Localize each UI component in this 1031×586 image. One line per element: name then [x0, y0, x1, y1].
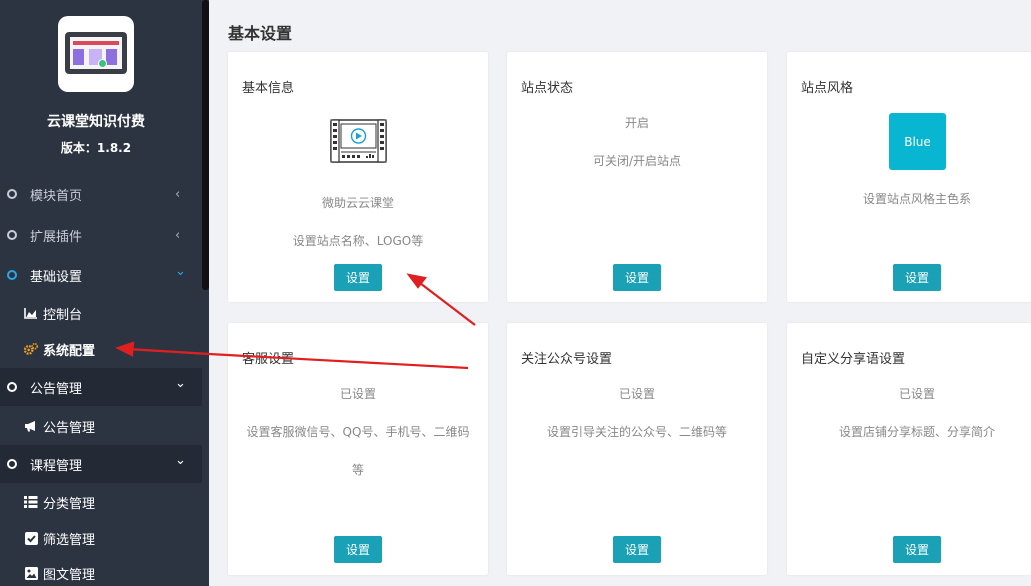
card-line: 设置站点名称、LOGO等: [292, 234, 424, 248]
style-swatch-blue: Blue: [889, 113, 946, 170]
chevron-left-icon: ‹: [175, 227, 181, 243]
card-line: 已设置: [618, 387, 655, 401]
card-follow-official-account: 关注公众号设置 已设置 设置引导关注的公众号、二维码等 设置: [507, 323, 767, 575]
card-title: 关注公众号设置: [521, 352, 613, 367]
circle-icon: [7, 189, 17, 199]
settings-button[interactable]: 设置: [334, 536, 382, 563]
card-line: 微助云云课堂: [321, 196, 394, 210]
sub-item-article-manage[interactable]: 图文管理: [0, 556, 202, 586]
gears-icon: [24, 342, 38, 356]
sidebar-scrollbar[interactable]: [202, 0, 209, 290]
card-title: 自定义分享语设置: [801, 352, 906, 367]
sub-item-announcement-manage[interactable]: 公告管理: [0, 409, 202, 443]
circle-icon: [7, 459, 17, 469]
card-line: 已设置: [339, 387, 376, 401]
card-line: 等: [351, 463, 364, 477]
card-line: 设置引导关注的公众号、二维码等: [546, 425, 727, 439]
card-line: 设置店铺分享标题、分享简介: [838, 425, 995, 439]
list-icon: [24, 495, 38, 509]
card-customer-service: 客服设置 已设置 设置客服微信号、QQ号、手机号、二维码 等 设置: [228, 323, 488, 575]
chevron-down-icon: ⌄: [175, 376, 186, 391]
settings-button[interactable]: 设置: [613, 536, 661, 563]
nav-basic-settings[interactable]: 基础设置 ⌄: [0, 256, 202, 294]
nav-course-manage[interactable]: 课程管理 ⌄: [0, 445, 202, 483]
card-basic-info: 基本信息 微助云云课堂 设置站点名称、LOGO等 设置: [228, 52, 488, 302]
app-logo: [58, 16, 134, 92]
settings-button[interactable]: 设置: [334, 264, 382, 291]
image-icon: [24, 566, 38, 580]
chevron-down-icon: ⌄: [175, 453, 186, 468]
sub-item-category-manage[interactable]: 分类管理: [0, 485, 202, 519]
chevron-left-icon: ‹: [175, 186, 181, 202]
chevron-down-icon: ⌄: [175, 264, 186, 279]
page-title: 基本设置: [228, 24, 293, 43]
card-title: 基本信息: [242, 81, 295, 96]
check-square-icon: [24, 531, 38, 545]
card-title: 客服设置: [242, 352, 295, 367]
app-name: 云课堂知识付费: [47, 114, 145, 130]
card-line: 已设置: [898, 387, 935, 401]
card-custom-share-text: 自定义分享语设置 已设置 设置店铺分享标题、分享简介 设置: [787, 323, 1031, 575]
card-site-status: 站点状态 开启 可关闭/开启站点 设置: [507, 52, 767, 302]
app-version: 版本：1.8.2: [60, 141, 132, 155]
sub-item-console[interactable]: 控制台: [0, 296, 202, 330]
settings-button[interactable]: 设置: [893, 264, 941, 291]
card-line: 开启: [624, 116, 649, 130]
sidebar: 云课堂知识付费 版本：1.8.2 模块首页 ‹ 扩展插件 ‹ 基础设置 ⌄ 控制…: [0, 0, 209, 586]
sub-item-system-config[interactable]: 系统配置: [0, 332, 202, 366]
nav-module-home[interactable]: 模块首页 ‹: [0, 175, 202, 213]
circle-icon: [7, 382, 17, 392]
settings-button[interactable]: 设置: [613, 264, 661, 291]
video-player-icon: [330, 119, 387, 163]
settings-button[interactable]: 设置: [893, 536, 941, 563]
bullhorn-icon: [24, 419, 38, 433]
card-site-style: 站点风格 Blue 设置站点风格主色系 设置: [787, 52, 1031, 302]
card-line: 可关闭/开启站点: [592, 154, 682, 168]
card-line: 设置客服微信号、QQ号、手机号、二维码: [246, 425, 470, 439]
nav-announcements[interactable]: 公告管理 ⌄: [0, 368, 202, 406]
circle-icon: [7, 230, 17, 240]
area-chart-icon: [24, 306, 38, 320]
sub-item-filter-manage[interactable]: 筛选管理: [0, 521, 202, 555]
card-line: 设置站点风格主色系: [862, 192, 971, 206]
card-title: 站点状态: [521, 81, 574, 96]
circle-icon: [7, 270, 17, 280]
card-title: 站点风格: [801, 81, 854, 96]
nav-extensions[interactable]: 扩展插件 ‹: [0, 216, 202, 254]
